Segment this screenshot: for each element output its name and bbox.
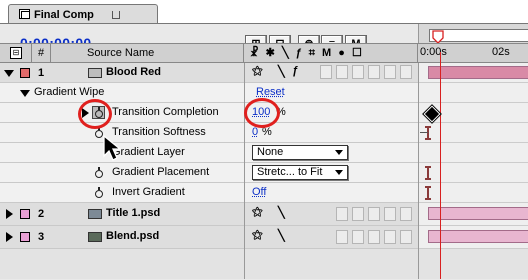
- twirl-triangle-icon[interactable]: [6, 209, 13, 219]
- value-graph-line: [420, 132, 428, 133]
- close-icon[interactable]: [112, 11, 120, 19]
- gradient-layer-dropdown[interactable]: None: [252, 145, 348, 160]
- switch-cell[interactable]: [384, 65, 396, 79]
- switch-cell[interactable]: [352, 65, 364, 79]
- highlight-circle-value: [244, 98, 280, 128]
- header-source-name[interactable]: Source Name: [51, 44, 244, 63]
- layer-duration-bar[interactable]: [428, 207, 528, 220]
- property-row-gradient-layer[interactable]: Gradient Layer None: [0, 143, 418, 163]
- shy-switch-icon: ⚝: [252, 65, 263, 77]
- switch-cell[interactable]: [368, 230, 380, 244]
- switch-cell[interactable]: [336, 65, 348, 79]
- empty-area: [0, 249, 528, 279]
- arrow-cursor-icon: [103, 135, 122, 161]
- switch-cell[interactable]: [384, 207, 396, 221]
- quality-switch-icon: ╲: [278, 230, 285, 242]
- layer-number: 3: [38, 231, 45, 243]
- keyframe-marker[interactable]: [425, 126, 431, 140]
- property-timeline-cell: [418, 123, 528, 143]
- layer-1-timebar-cell: [418, 63, 528, 83]
- property-row-gradient-placement[interactable]: Gradient Placement Stretc... to Fit: [0, 163, 418, 183]
- layer-name[interactable]: Blood Red: [106, 66, 161, 78]
- layer-duration-bar[interactable]: [428, 230, 528, 243]
- label-color-swatch[interactable]: [20, 209, 30, 219]
- ruler-02s-label: 02s: [492, 46, 510, 58]
- twirl-triangle-icon[interactable]: [4, 70, 14, 77]
- switch-cell[interactable]: [352, 230, 364, 244]
- property-timeline-cell: [418, 143, 528, 163]
- layer-number: 2: [38, 208, 45, 220]
- effect-row[interactable]: Gradient Wipe Reset: [0, 83, 418, 103]
- label-color-swatch[interactable]: [20, 232, 30, 242]
- property-label: Transition Completion: [112, 106, 219, 118]
- switch-cell[interactable]: [400, 65, 412, 79]
- switch-cell[interactable]: [352, 207, 364, 221]
- solid-layer-icon: [88, 68, 102, 78]
- layer-row-1[interactable]: 1 Blood Red ⚝ ╲ ƒ: [0, 63, 418, 83]
- property-row-invert-gradient[interactable]: Invert Gradient Off: [0, 183, 418, 203]
- chevron-down-icon: [335, 170, 343, 175]
- gradient-placement-dropdown[interactable]: Stretc... to Fit: [252, 165, 348, 180]
- layer-name[interactable]: Blend.psd: [106, 230, 159, 242]
- twirl-triangle-icon[interactable]: [20, 90, 30, 97]
- layer-2-timebar-cell: [418, 203, 528, 226]
- switch-cell[interactable]: [384, 230, 396, 244]
- property-label: Gradient Placement: [112, 166, 210, 178]
- layer-number: 1: [38, 67, 45, 79]
- highlight-circle-stopwatch: [78, 99, 112, 129]
- dropdown-value: Stretc... to Fit: [257, 166, 323, 178]
- layer-name[interactable]: Title 1.psd: [106, 207, 160, 219]
- stopwatch-icon[interactable]: [95, 187, 103, 198]
- composition-icon: [19, 9, 30, 19]
- keyframe-marker[interactable]: [425, 166, 431, 180]
- switch-cell[interactable]: [368, 207, 380, 221]
- column-divider[interactable]: [418, 63, 419, 279]
- switch-cell[interactable]: [400, 207, 412, 221]
- chevron-down-icon: [335, 150, 343, 155]
- twirl-triangle-icon[interactable]: [6, 232, 13, 242]
- ruler-start-label: 0:00s: [420, 46, 447, 58]
- switch-cell[interactable]: [320, 65, 332, 79]
- flowchart-icon: ⊟: [10, 47, 22, 59]
- property-timeline-cell: [418, 183, 528, 203]
- layer-footage-icon: [88, 209, 102, 219]
- shy-switch-icon: ⚝: [252, 229, 263, 241]
- switch-cell[interactable]: [368, 65, 380, 79]
- property-label: Invert Gradient: [112, 186, 185, 198]
- header-switches: ☧ ✱ ╲ ƒ ⌗ M ● ☐: [244, 44, 418, 63]
- column-divider[interactable]: [244, 63, 245, 279]
- property-value[interactable]: 0: [252, 126, 258, 138]
- header-toggle-cell[interactable]: ⊟: [0, 44, 32, 63]
- switch-cell[interactable]: [400, 230, 412, 244]
- dropdown-value: None: [257, 146, 284, 158]
- layer-duration-bar[interactable]: [428, 66, 528, 79]
- quality-switch-icon: ╲: [278, 66, 285, 78]
- current-time-indicator-line[interactable]: [440, 52, 441, 279]
- comp-tab-title: Final Comp: [34, 9, 94, 21]
- switch-cell[interactable]: [336, 207, 348, 221]
- property-row-transition-softness[interactable]: Transition Softness 0 %: [0, 123, 418, 143]
- layer-row-3[interactable]: 3 Blend.psd ⚝ ╲: [0, 226, 418, 249]
- property-timeline-cell: [418, 163, 528, 183]
- effect-switch-icon: ƒ: [292, 65, 299, 77]
- keyframe-marker[interactable]: [425, 186, 431, 200]
- layer-footage-icon: [88, 232, 102, 242]
- column-header-row: ⊟ # Source Name ☧ ✱ ╲ ƒ ⌗ M ● ☐ 0:00s 02…: [0, 43, 528, 63]
- header-number: #: [32, 44, 51, 63]
- effect-name: Gradient Wipe: [34, 86, 105, 98]
- property-value[interactable]: Off: [252, 186, 266, 198]
- reset-link[interactable]: Reset: [256, 86, 285, 98]
- layer-row-2[interactable]: 2 Title 1.psd ⚝ ╲: [0, 203, 418, 226]
- property-row-transition-completion[interactable]: Transition Completion 100 %: [0, 103, 418, 123]
- stopwatch-icon[interactable]: [95, 167, 103, 178]
- comp-tab[interactable]: Final Comp: [8, 4, 158, 24]
- property-label: Transition Softness: [112, 126, 206, 138]
- effect-timeline-cell: [418, 83, 528, 103]
- label-color-swatch[interactable]: [20, 68, 30, 78]
- shy-switch-icon: ⚝: [252, 206, 263, 218]
- layer-3-timebar-cell: [418, 226, 528, 249]
- timeline-window: Final Comp 0:00:00:00 ⊞ ⊟ ⊛ ≡ M ⊟ # Sour…: [0, 0, 528, 280]
- quality-switch-icon: ╲: [278, 207, 285, 219]
- switch-cell[interactable]: [336, 230, 348, 244]
